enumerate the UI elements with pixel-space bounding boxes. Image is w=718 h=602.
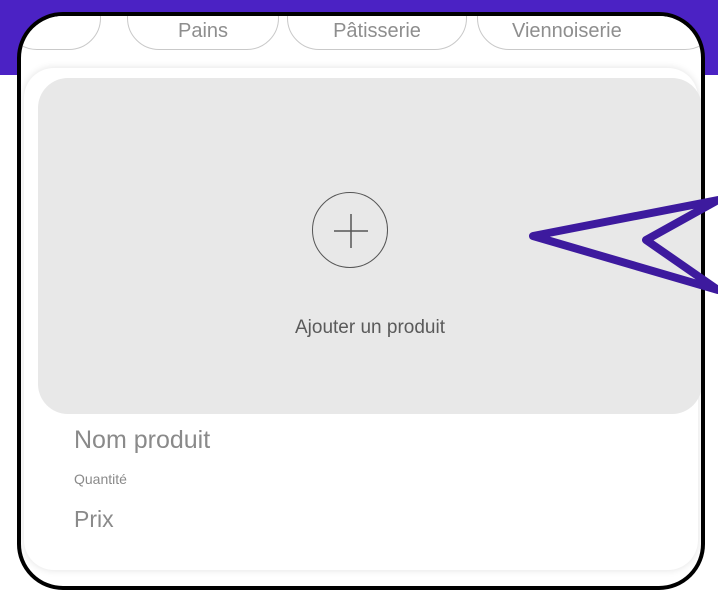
screenshot-stage: Pains Pâtisserie Viennoiserie Ajouter un… [0,0,718,602]
annotation-arrow-icon [529,196,718,294]
